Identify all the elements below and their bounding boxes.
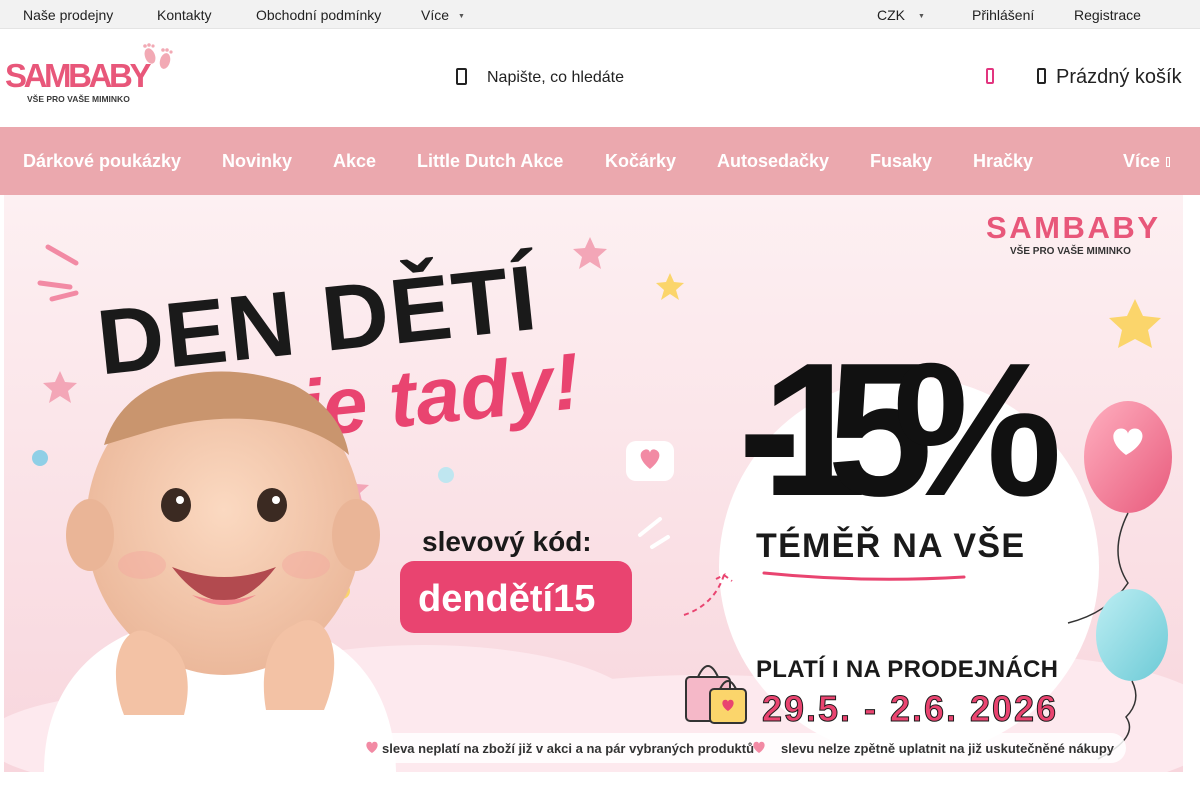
chevron-down-icon	[1166, 157, 1171, 167]
register-link[interactable]: Registrace	[1074, 7, 1141, 23]
nav-item-sale[interactable]: Akce	[333, 151, 376, 172]
chevron-down-icon: ▼	[458, 13, 465, 20]
link-more[interactable]: Více ▼	[421, 7, 465, 23]
header: SAMBABY VŠE PRO VAŠE MIMINKO Prázdný koš…	[0, 29, 1200, 127]
link-more-label: Více	[421, 7, 450, 23]
currency-label: CZK	[877, 7, 905, 23]
site-logo[interactable]: SAMBABY VŠE PRO VAŠE MIMINKO	[5, 43, 177, 105]
link-contacts[interactable]: Kontakty	[157, 7, 211, 23]
nav-item-car-seats[interactable]: Autosedačky	[717, 151, 829, 172]
top-bar: Naše prodejny Kontakty Obchodní podmínky…	[0, 0, 1200, 29]
search-box[interactable]	[452, 63, 932, 93]
wishlist-icon[interactable]	[986, 68, 994, 84]
nav-item-strollers[interactable]: Kočárky	[605, 151, 676, 172]
nav-item-footmuffs[interactable]: Fusaky	[870, 151, 932, 172]
discount-subtitle: TÉMĚŘ NA VŠE	[756, 526, 1024, 565]
logo-text: SAMBABY	[5, 57, 151, 94]
dot	[32, 450, 48, 466]
search-input[interactable]	[487, 66, 907, 90]
login-link[interactable]: Přihlášení	[972, 7, 1034, 23]
cart-icon	[1037, 68, 1046, 84]
nav-item-new[interactable]: Novinky	[222, 151, 292, 172]
chevron-down-icon: ▼	[918, 13, 925, 20]
code-label: slevový kód:	[422, 526, 592, 557]
nav-item-toys[interactable]: Hračky	[973, 151, 1033, 172]
currency-select[interactable]: CZK ▼	[877, 7, 925, 23]
link-our-stores[interactable]: Naše prodejny	[23, 7, 113, 23]
cart-label: Prázdný košík	[1056, 66, 1182, 88]
footnote-1: sleva neplatí na zboží již v akci a na p…	[382, 741, 754, 756]
promo-dates: 29.5. - 2.6. 2026	[762, 688, 1056, 729]
search-icon[interactable]	[456, 68, 467, 85]
nav-item-gift-vouchers[interactable]: Dárkové poukázky	[23, 151, 181, 172]
hero-banner[interactable]: SAMBABY VŠE PRO VAŠE MIMINKO DEN DĚTÍ je…	[4, 195, 1183, 772]
nav-item-more[interactable]: Více	[1123, 151, 1171, 172]
discount-value: -15%	[738, 324, 1057, 536]
stores-line: PLATÍ I NA PRODEJNÁCH	[756, 655, 1058, 683]
nav-item-little-dutch-sale[interactable]: Little Dutch Akce	[417, 151, 563, 172]
footnote-2: slevu nelze zpětně uplatnit na již uskut…	[781, 741, 1115, 756]
logo-tagline: VŠE PRO VAŠE MIMINKO	[27, 93, 130, 104]
discount-code: dendětí15	[418, 578, 595, 620]
banner-artwork: SAMBABY VŠE PRO VAŠE MIMINKO DEN DĚTÍ je…	[4, 195, 1183, 772]
category-nav: Dárkové poukázky Novinky Akce Little Dut…	[0, 127, 1200, 195]
dot	[438, 467, 454, 483]
link-terms[interactable]: Obchodní podmínky	[256, 7, 381, 23]
banner-logo-text: SAMBABY	[986, 210, 1158, 245]
banner-logo-tagline: VŠE PRO VAŠE MIMINKO	[1010, 244, 1131, 257]
nav-more-label: Více	[1123, 151, 1161, 171]
